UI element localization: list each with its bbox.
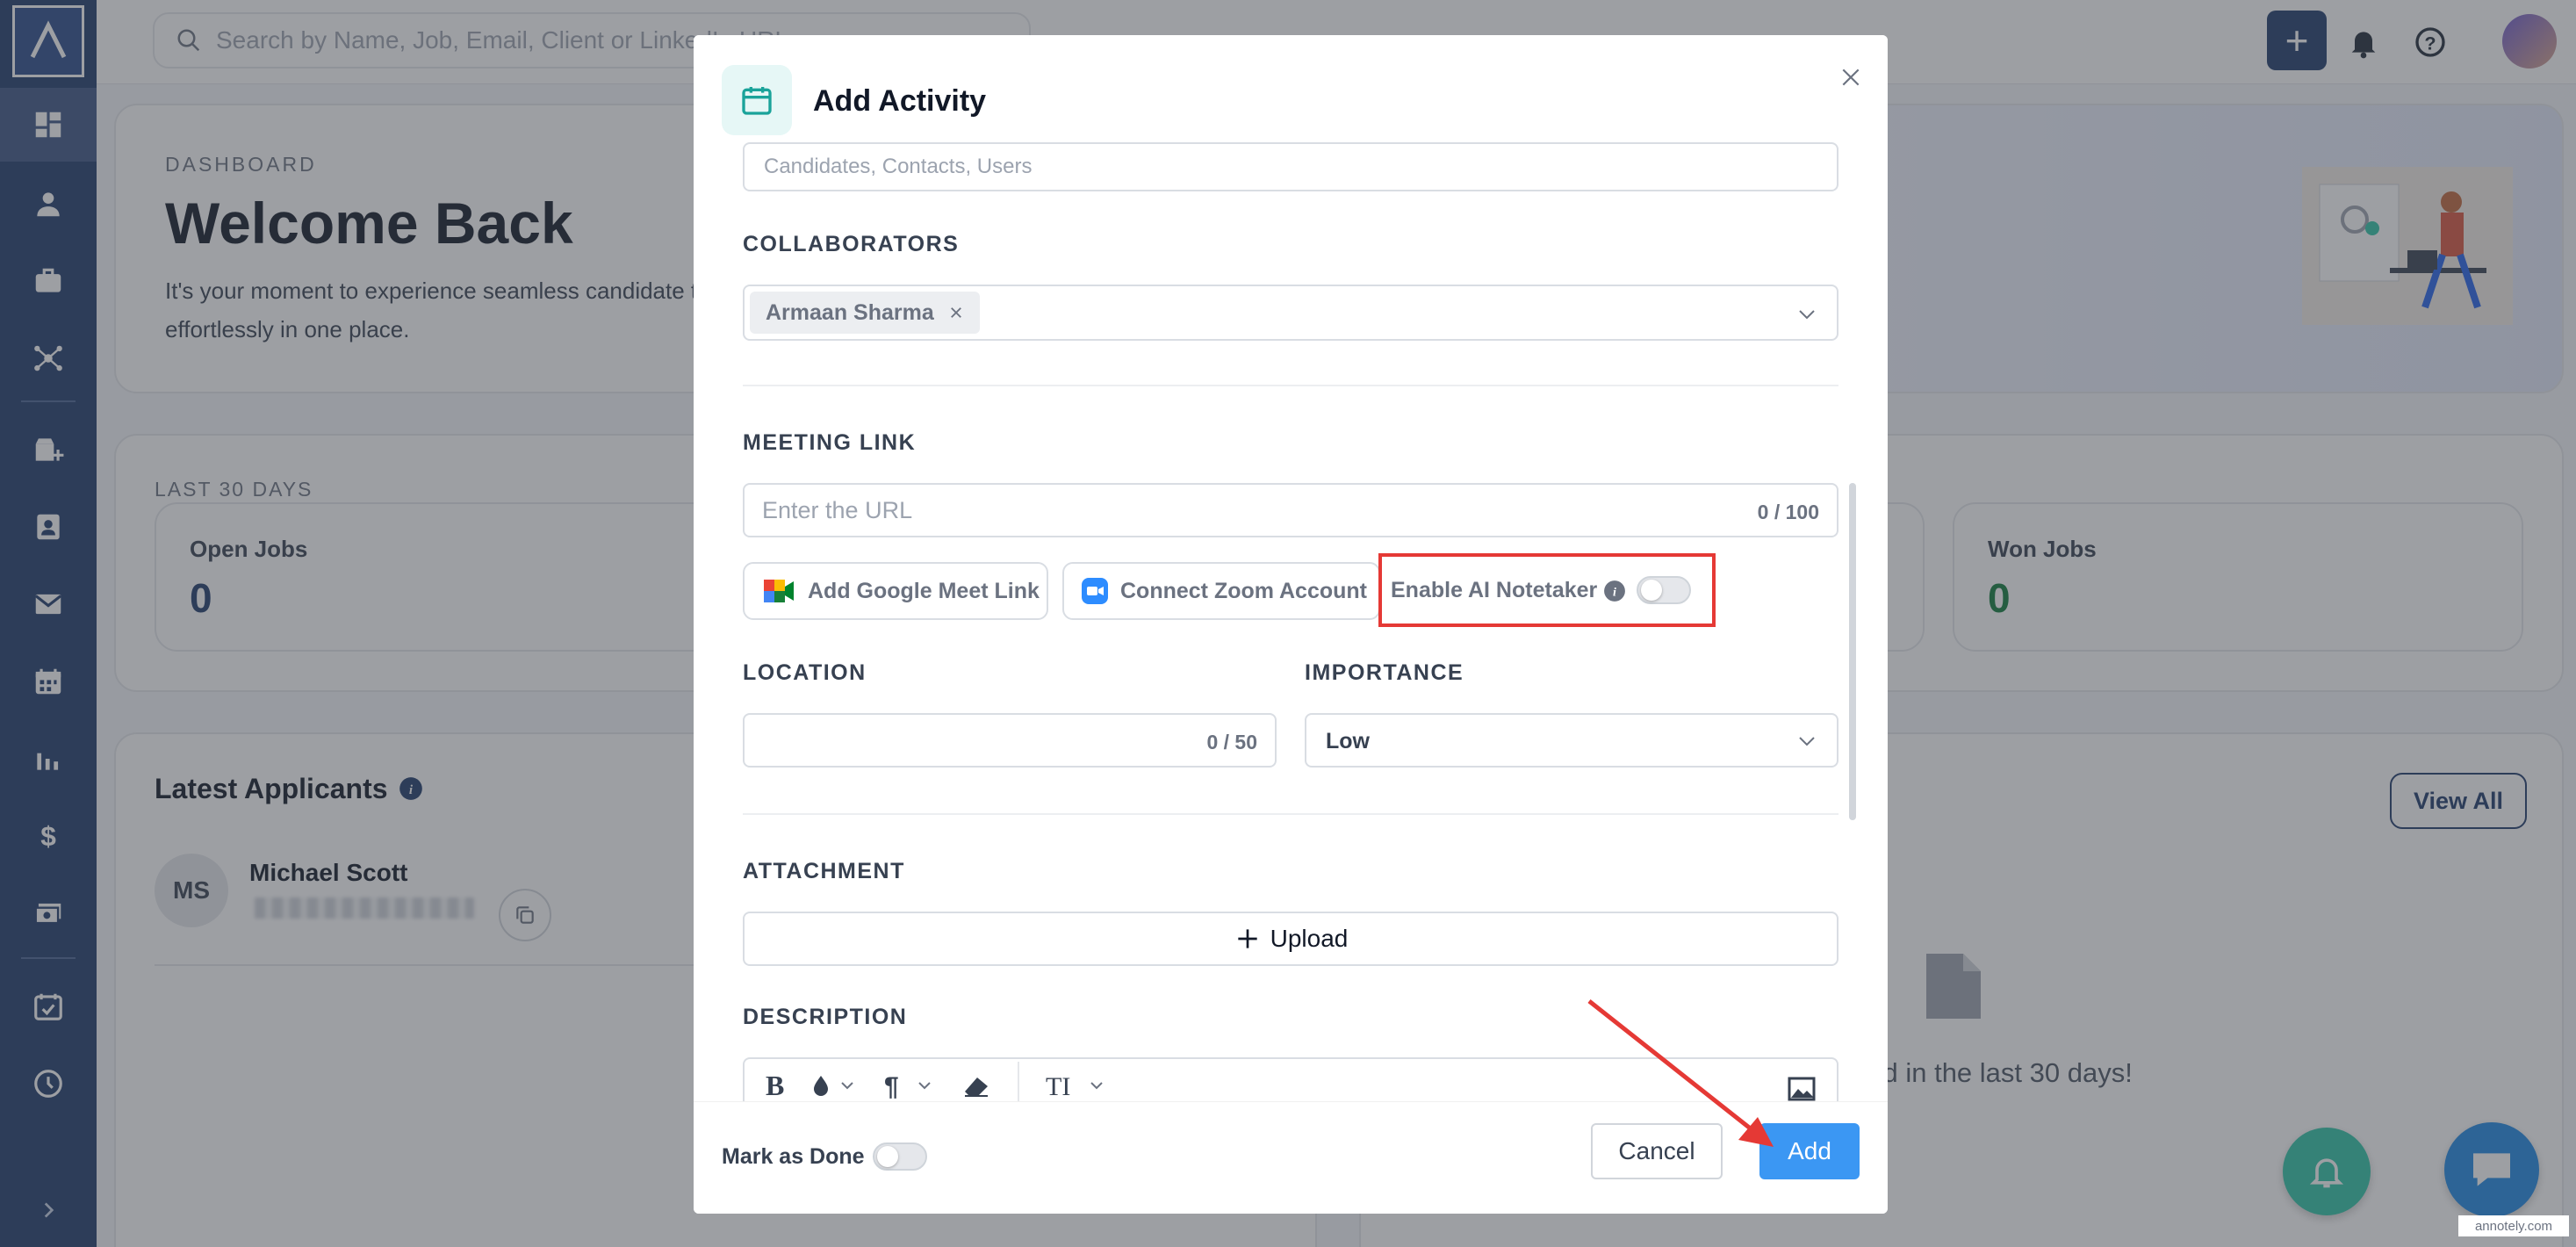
watermark: annotely.com [2458,1215,2569,1236]
collaborators-label: COLLABORATORS [743,232,960,256]
text-size-icon[interactable]: TI [1046,1072,1107,1099]
meeting-url-input[interactable]: Enter the URL 0 / 100 [743,483,1838,537]
text-color-icon[interactable] [810,1072,856,1099]
calendar-icon [742,87,772,115]
importance-select[interactable]: Low [1305,713,1838,768]
ai-notetaker-label: Enable AI Notetaker [1391,578,1598,602]
google-meet-icon [764,580,794,602]
associated-records-input[interactable]: Candidates, Contacts, Users [743,142,1838,191]
modal-header: Add Activity [694,35,1888,141]
attachment-label: ATTACHMENT [743,859,905,883]
toggle-knob [1641,580,1662,601]
location-input[interactable]: 0 / 50 [743,713,1277,768]
upload-button[interactable]: Upload [743,912,1838,966]
zoom-label: Connect Zoom Account [1120,578,1368,603]
modal-scrollbar[interactable] [1849,483,1856,820]
google-meet-label: Add Google Meet Link [808,578,1040,603]
close-modal-button[interactable] [1831,58,1870,97]
info-icon[interactable]: i [1603,580,1626,602]
mark-done-toggle[interactable] [873,1142,927,1171]
importance-label: IMPORTANCE [1305,660,1464,685]
meeting-url-counter: 0 / 100 [1757,501,1819,523]
paragraph-icon[interactable]: ¶ [882,1072,935,1099]
section-divider [743,385,1838,386]
modal-title: Add Activity [813,84,987,118]
description-label: DESCRIPTION [743,1005,908,1029]
importance-value: Low [1326,729,1370,753]
svg-text:i: i [1613,585,1616,599]
location-label: LOCATION [743,660,867,685]
meeting-url-placeholder: Enter the URL [762,497,913,523]
add-google-meet-button[interactable]: Add Google Meet Link [743,562,1048,620]
calendar-badge [722,65,792,135]
chevron-down-icon [1799,737,1815,746]
chevron-down-icon[interactable] [1796,304,1817,325]
svg-text:TI: TI [1046,1072,1070,1099]
svg-text:¶: ¶ [884,1072,899,1099]
toggle-knob [877,1146,898,1167]
eraser-icon[interactable] [961,1072,991,1099]
close-icon[interactable] [948,305,964,321]
meeting-link-label: MEETING LINK [743,430,917,455]
close-icon [1842,68,1860,86]
mark-done-label: Mark as Done [722,1144,865,1169]
ai-notetaker-toggle[interactable] [1637,576,1691,604]
annotation-arrow-icon [1587,999,1774,1147]
collaborator-chip: Armaan Sharma [750,292,980,334]
collaborators-select[interactable]: Armaan Sharma [743,285,1838,341]
zoom-icon [1082,578,1108,604]
image-icon[interactable] [1788,1077,1816,1101]
upload-label: Upload [1270,925,1349,952]
connect-zoom-button[interactable]: Connect Zoom Account [1062,562,1380,620]
location-counter: 0 / 50 [1206,731,1257,753]
section-divider [743,813,1838,815]
bold-icon[interactable]: B [766,1070,784,1102]
plus-icon [1237,929,1257,948]
collaborator-chip-label: Armaan Sharma [766,299,934,325]
